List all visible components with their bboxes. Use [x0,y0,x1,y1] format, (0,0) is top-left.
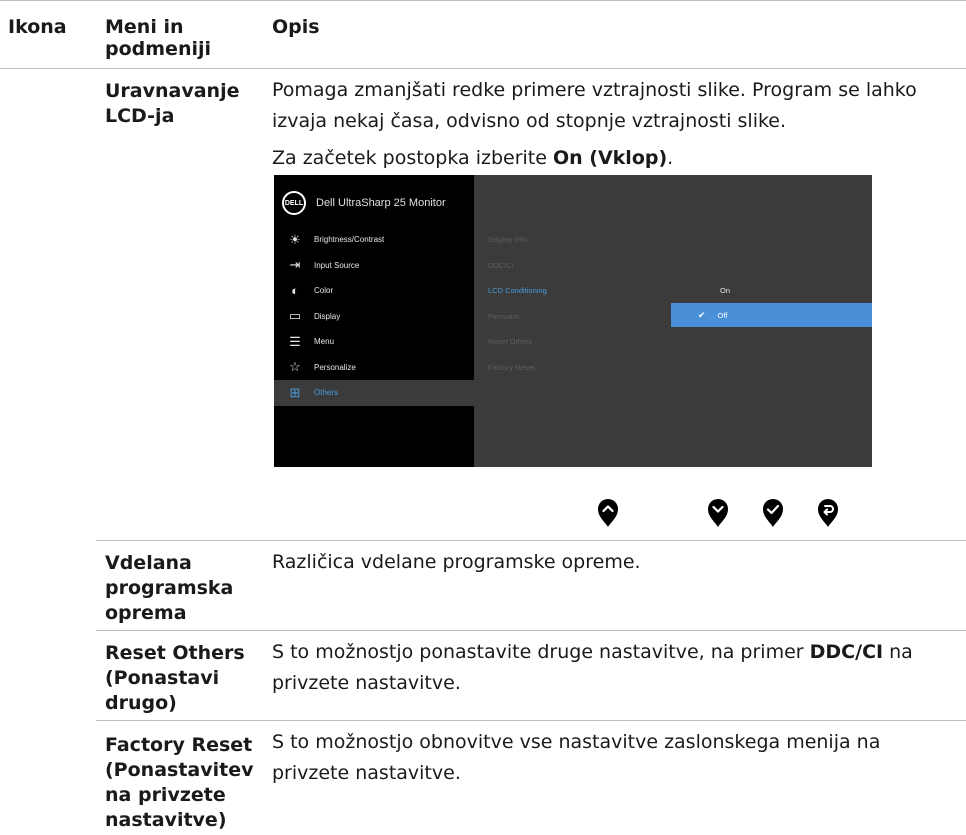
input-source-icon: ⇥ [289,257,301,273]
row-desc-reset-others: S to možnostjo ponastavite druge nastavi… [272,641,913,694]
others-icon: ⊞ [289,384,301,400]
up-button-icon[interactable] [597,498,619,528]
row-rule-reset-others [96,630,966,631]
header-icon-col: Ikona [8,16,67,38]
osd-sub-reset-others[interactable]: Reset Others [488,329,547,355]
osd-option-off[interactable]: ✔ Off [671,303,872,327]
osd-sub-ddcci[interactable]: DDC/CI [488,253,547,279]
osd-sub-firmware[interactable]: Firmware [488,304,547,330]
osd-screenshot: DELL Dell UltraSharp 25 Monitor ☀ Brightn… [274,175,872,467]
on-option-emphasis: On (Vklop) [552,147,668,169]
row-rule-firmware [96,540,966,541]
osd-option-on[interactable]: On [671,280,872,301]
header-menu-col: Meni in podmeniji [105,16,212,60]
osd-submenu: Display Info DDC/CI LCD Conditioning Fir… [488,227,547,380]
osd-sub-lcd-conditioning[interactable]: LCD Conditioning [488,278,547,304]
osd-menu-item-others[interactable]: ⊞ Others [274,380,474,406]
ddcci-emphasis: DDC/CI [809,641,884,663]
back-button-icon[interactable] [817,498,839,528]
dell-logo-icon: DELL [282,191,306,215]
down-button-icon[interactable] [707,498,729,528]
row-rule-factory-reset [96,720,966,721]
osd-menu-item-personalize[interactable]: ☆ Personalize [274,355,474,381]
osd-sub-display-info[interactable]: Display Info [488,227,547,253]
check-icon: ✔ [698,310,706,320]
display-icon: ▭ [288,308,302,324]
header-desc-col: Opis [272,16,320,38]
osd-main-menu: ☀ Brightness/Contrast ⇥ Input Source ◐ Colo… [274,227,474,406]
osd-brand: DELL Dell UltraSharp 25 Monitor [282,191,446,215]
row-term-lcd-conditioning: Uravnavanje LCD-ja [105,80,240,127]
osd-menu-item-color[interactable]: ◐ Color [274,278,474,304]
row-term-factory-reset: Factory Reset (Ponastavitev na privzete … [105,734,254,831]
osd-menu-item-brightness[interactable]: ☀ Brightness/Contrast [274,227,474,253]
row-desc-firmware: Različica vdelane programske opreme. [272,551,641,573]
color-icon: ◐ [291,283,299,299]
osd-sub-factory-reset[interactable]: Factory Reset [488,355,547,381]
menu-icon: ☰ [289,333,301,349]
row-desc-lcd-conditioning: Pomaga zmanjšati redke primere vztrajnos… [272,79,917,132]
osd-menu-item-input-source[interactable]: ⇥ Input Source [274,253,474,279]
header-bottom-rule [0,68,966,69]
row-term-firmware: Vdelana programska oprema [105,552,234,624]
osd-menu-item-display[interactable]: ▭ Display [274,304,474,330]
row-desc-factory-reset: S to možnostjo obnovitve vse nastavitve … [272,731,881,784]
check-button-icon[interactable] [762,498,784,528]
brightness-icon: ☀ [289,231,301,247]
row-desc-lcd-start: Za začetek postopka izberite On (Vklop). [272,147,674,169]
row-term-reset-others: Reset Others (Ponastavi drugo) [105,642,245,714]
osd-title: Dell UltraSharp 25 Monitor [316,197,446,209]
osd-menu-item-menu[interactable]: ☰ Menu [274,329,474,355]
star-icon: ☆ [289,359,301,375]
table-top-rule [0,0,966,1]
